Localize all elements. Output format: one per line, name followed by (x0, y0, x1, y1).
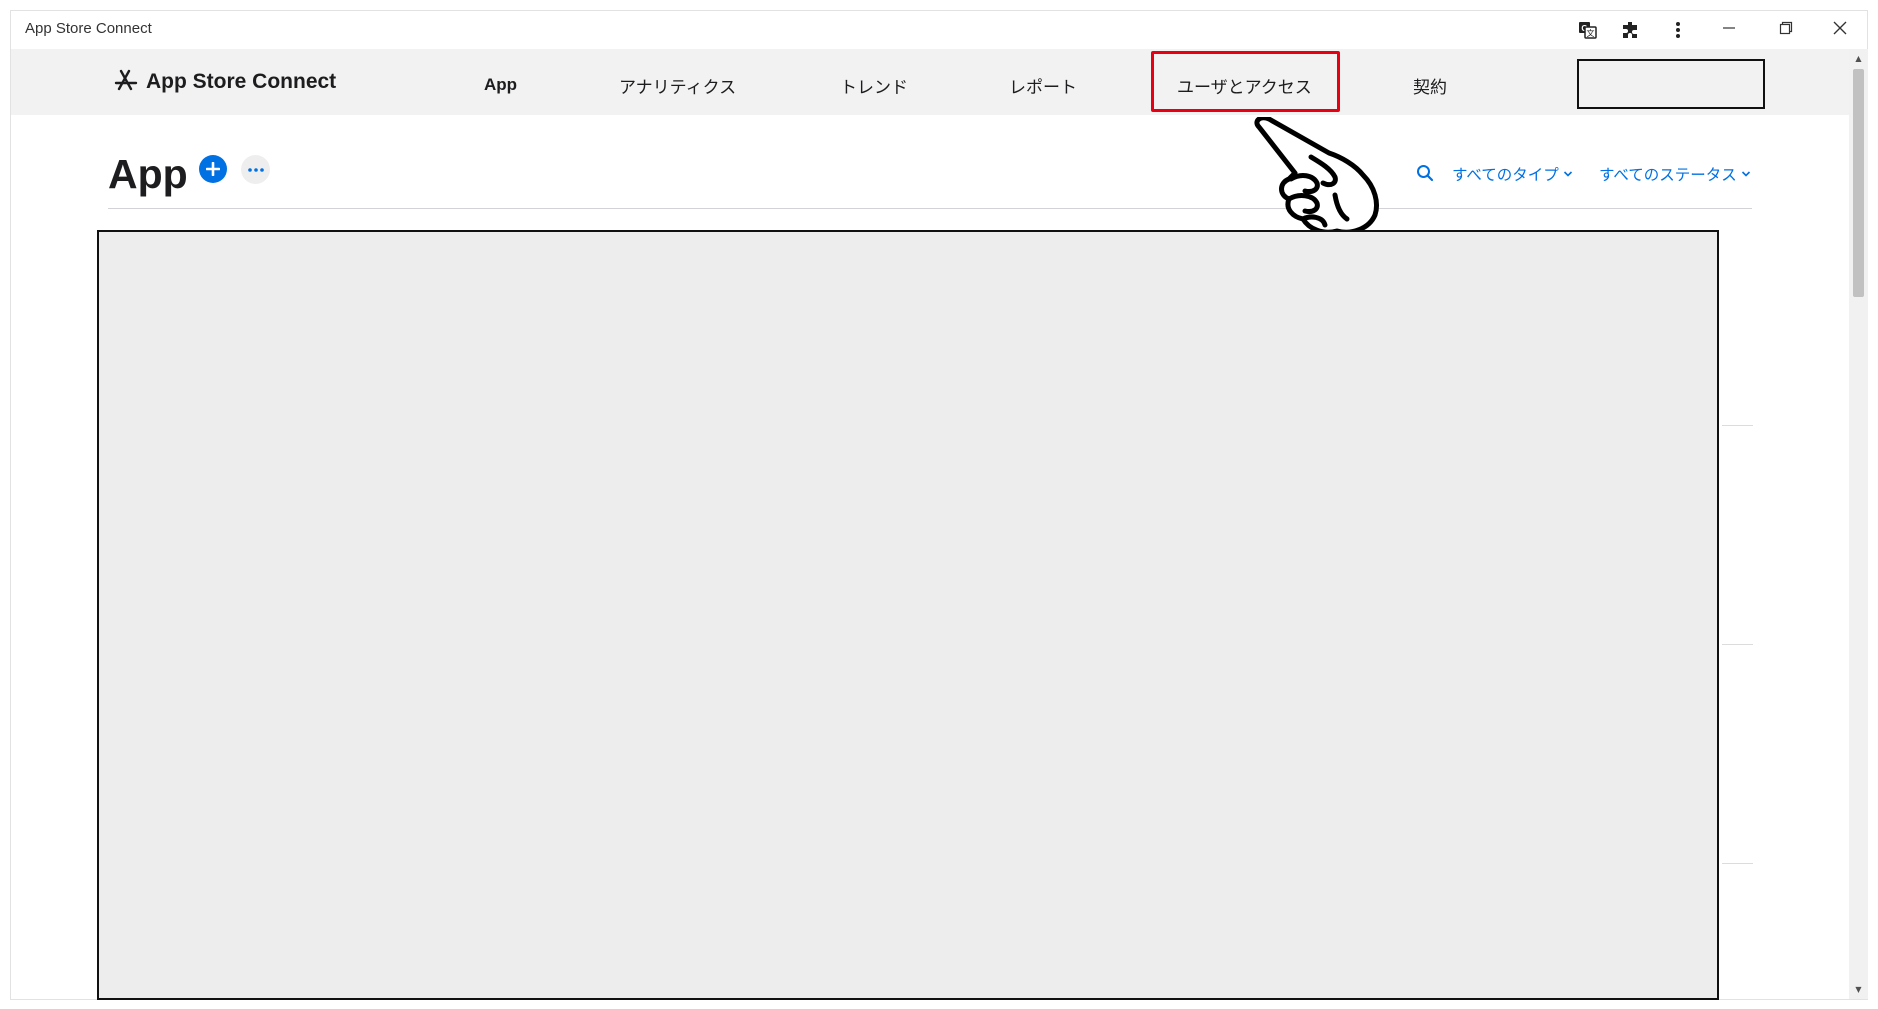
app-nav-bar: App Store Connect App アナリティクス トレンド レポート … (11, 49, 1849, 115)
page-title: App (108, 151, 188, 197)
extensions-icon[interactable] (1619, 18, 1643, 42)
row-divider (1722, 644, 1753, 645)
app-store-icon (114, 69, 138, 95)
header-divider (108, 208, 1752, 209)
translate-icon[interactable]: G 文 (1576, 18, 1600, 42)
svg-text:文: 文 (1587, 28, 1595, 38)
close-icon[interactable] (1821, 15, 1859, 41)
status-filter-label: すべてのステータス (1599, 166, 1737, 184)
chevron-down-icon (1741, 171, 1750, 177)
scroll-down-icon[interactable]: ▼ (1853, 984, 1864, 994)
window-title: App Store Connect (25, 20, 152, 37)
search-icon[interactable] (1416, 164, 1436, 184)
restore-icon[interactable] (1767, 15, 1805, 41)
vertical-scrollbar[interactable]: ▲ ▼ (1849, 49, 1868, 999)
app-list-placeholder (97, 230, 1719, 1000)
plus-icon (206, 162, 220, 176)
ellipsis-icon (247, 167, 264, 172)
browser-window: App Store Connect G 文 (10, 10, 1868, 1000)
menu-kebab-icon[interactable] (1666, 18, 1690, 42)
account-menu[interactable] (1577, 59, 1765, 109)
brand-name: App Store Connect (146, 70, 337, 93)
scroll-up-icon[interactable]: ▲ (1853, 53, 1864, 63)
nav-item-agreements[interactable]: 契約 (1413, 73, 1447, 98)
nav-item-analytics[interactable]: アナリティクス (619, 73, 736, 98)
row-divider (1722, 863, 1753, 864)
more-options-button[interactable] (241, 155, 270, 184)
title-bar: App Store Connect G 文 (11, 11, 1867, 46)
chevron-down-icon (1563, 171, 1572, 177)
pointing-hand-icon (1251, 115, 1383, 239)
minimize-icon[interactable] (1710, 15, 1748, 41)
status-filter[interactable]: すべてのステータス (1599, 163, 1751, 185)
nav-item-reports[interactable]: レポート (1009, 73, 1077, 98)
nav-item-app[interactable]: App (484, 75, 517, 95)
add-app-button[interactable] (199, 155, 227, 183)
type-filter[interactable]: すべてのタイプ (1452, 163, 1573, 185)
row-divider (1722, 425, 1753, 426)
scroll-thumb[interactable] (1853, 69, 1864, 297)
highlight-box (1151, 51, 1340, 112)
type-filter-label: すべてのタイプ (1452, 166, 1559, 184)
nav-item-trends[interactable]: トレンド (840, 73, 908, 98)
brand-logo[interactable]: App Store Connect (114, 69, 336, 95)
